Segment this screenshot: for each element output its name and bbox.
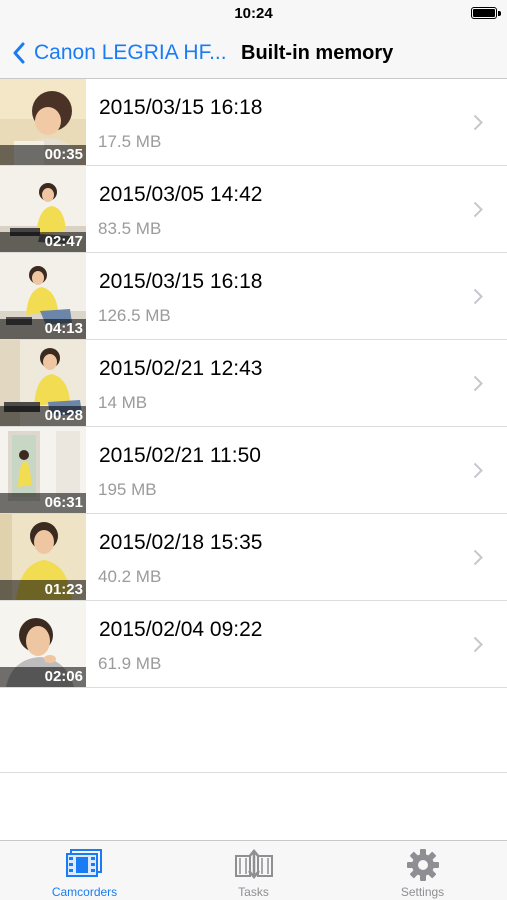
tab-tasks[interactable]: Tasks [169, 841, 338, 900]
recording-row[interactable]: 01:23 2015/02/18 15:35 40.2 MB [0, 514, 507, 601]
recording-row[interactable]: 06:31 2015/02/21 11:50 195 MB [0, 427, 507, 514]
chevron-right-icon [473, 549, 483, 566]
recording-list: 00:35 2015/03/15 16:18 17.5 MB 02:47 201… [0, 79, 507, 688]
tab-settings[interactable]: Settings [338, 841, 507, 900]
video-duration: 02:06 [44, 668, 83, 685]
recording-row[interactable]: 00:35 2015/03/15 16:18 17.5 MB [0, 79, 507, 166]
empty-row [0, 686, 507, 773]
chevron-right-icon [473, 375, 483, 392]
video-thumbnail: 04:13 [0, 253, 86, 339]
battery-tip [498, 11, 501, 16]
recording-row[interactable]: 02:06 2015/02/04 09:22 61.9 MB [0, 601, 507, 688]
video-duration: 06:31 [44, 494, 83, 511]
battery-icon [471, 7, 497, 19]
page-title: Built-in memory [241, 42, 394, 64]
video-thumbnail: 06:31 [0, 427, 86, 513]
video-duration: 01:23 [44, 581, 83, 598]
video-duration: 00:28 [44, 407, 83, 424]
recording-row[interactable]: 00:28 2015/02/21 12:43 14 MB [0, 340, 507, 427]
video-thumbnail: 02:47 [0, 166, 86, 252]
tab-label: Settings [400, 885, 445, 899]
recording-row[interactable]: 02:47 2015/03/05 14:42 83.5 MB [0, 166, 507, 253]
chevron-right-icon [473, 288, 483, 305]
chevron-right-icon [473, 636, 483, 653]
recording-date: 2015/03/15 16:18 [99, 96, 263, 119]
chevron-right-icon [473, 201, 483, 218]
video-thumbnail: 00:35 [0, 79, 86, 165]
tab-label: Tasks [238, 885, 269, 899]
video-duration: 00:35 [44, 146, 83, 163]
video-duration: 02:47 [44, 233, 83, 250]
video-thumbnail: 01:23 [0, 514, 86, 600]
back-button[interactable]: Canon LEGRIA HF... [12, 28, 227, 78]
tab-camcorders[interactable]: Camcorders [0, 841, 169, 900]
tab-bar: Camcorders Tasks Settings [0, 840, 507, 900]
status-time: 10:24 [234, 5, 273, 22]
video-duration: 04:13 [44, 320, 83, 337]
back-label: Canon LEGRIA HF... [34, 41, 227, 64]
recording-date: 2015/02/21 12:43 [99, 357, 263, 380]
recording-size: 195 MB [98, 480, 157, 499]
navigation-bar: Canon LEGRIA HF... Built-in memory [0, 28, 507, 79]
video-thumbnail: 02:06 [0, 601, 86, 687]
recording-size: 17.5 MB [98, 132, 162, 151]
recording-date: 2015/03/15 16:18 [99, 270, 263, 293]
recording-size: 14 MB [98, 393, 148, 412]
recording-row[interactable]: 04:13 2015/03/15 16:18 126.5 MB [0, 253, 507, 340]
recording-size: 40.2 MB [98, 567, 162, 586]
recording-date: 2015/02/21 11:50 [99, 444, 261, 467]
chevron-left-icon [13, 42, 25, 64]
recording-size: 83.5 MB [98, 219, 162, 238]
gear-icon [406, 849, 439, 881]
video-thumbnail: 00:28 [0, 340, 86, 426]
chevron-right-icon [473, 114, 483, 131]
film-icon [65, 849, 102, 877]
recording-size: 126.5 MB [98, 306, 171, 325]
recording-date: 2015/02/04 09:22 [99, 618, 263, 641]
tab-label: Camcorders [51, 885, 118, 899]
recording-date: 2015/03/05 14:42 [99, 183, 263, 206]
recording-date: 2015/02/18 15:35 [99, 531, 263, 554]
transfer-icon [234, 849, 273, 879]
status-bar: 10:24 [0, 0, 507, 28]
chevron-right-icon [473, 462, 483, 479]
recording-size: 61.9 MB [98, 654, 162, 673]
